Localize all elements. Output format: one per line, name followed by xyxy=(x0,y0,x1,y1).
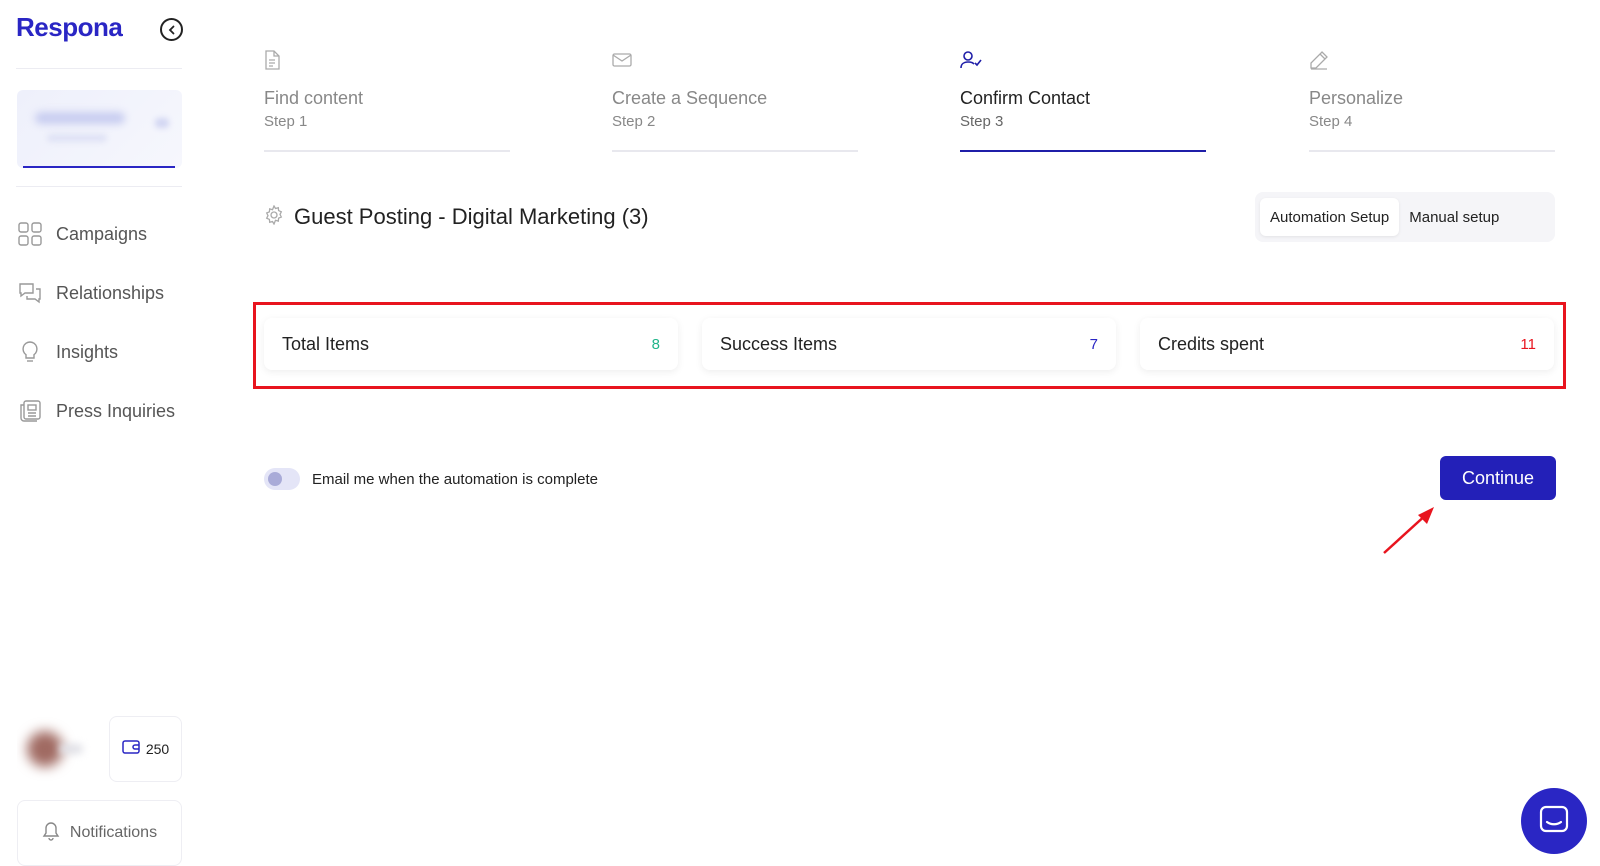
workspace-selector[interactable] xyxy=(17,90,182,168)
respona-logo[interactable]: Respona xyxy=(16,12,123,43)
newspaper-icon xyxy=(18,399,42,423)
tab-manual-setup[interactable]: Manual setup xyxy=(1399,198,1509,236)
sidebar-item-label: Press Inquiries xyxy=(56,400,176,421)
stat-success-items: Success Items 7 xyxy=(702,318,1116,370)
user-avatar[interactable] xyxy=(17,716,92,782)
step-title: Personalize xyxy=(1309,88,1404,108)
email-notification-row: Email me when the automation is complete xyxy=(264,468,598,490)
step-personalize[interactable]: Personalize Step 4 xyxy=(1309,48,1555,152)
tab-automation-setup[interactable]: Automation Setup xyxy=(1260,198,1400,236)
step-title: Find content xyxy=(264,88,364,108)
wallet-icon xyxy=(122,739,140,760)
notifications-label: Notifications xyxy=(69,824,158,841)
red-arrow-annotation xyxy=(1383,507,1434,554)
sidebar: Respona Campaigns Relationships Insights… xyxy=(0,0,200,866)
step-title: Confirm Contact xyxy=(960,88,1091,108)
sidebar-divider xyxy=(16,68,182,69)
chat-icon xyxy=(1539,805,1569,838)
sidebar-item-campaigns[interactable]: Campaigns xyxy=(18,222,175,246)
sidebar-item-relationships[interactable]: Relationships xyxy=(18,281,175,305)
sidebar-divider xyxy=(16,186,182,187)
sidebar-item-label: Insights xyxy=(56,341,119,362)
stat-label: Credits spent xyxy=(1158,333,1265,354)
sidebar-item-label: Campaigns xyxy=(56,223,148,244)
step-title: Create a Sequence xyxy=(612,88,768,108)
step-progress-line xyxy=(960,150,1206,152)
credits-value: 250 xyxy=(145,741,170,757)
stat-total-items: Total Items 8 xyxy=(264,318,678,370)
email-toggle-switch[interactable] xyxy=(264,468,300,490)
sidebar-item-label: Relationships xyxy=(56,282,165,303)
sidebar-item-insights[interactable]: Insights xyxy=(18,340,175,364)
mail-icon xyxy=(612,48,858,72)
chat-support-button[interactable] xyxy=(1521,788,1587,854)
campaign-header: Guest Posting - Digital Marketing (3) xyxy=(264,204,649,230)
sidebar-item-press-inquiries[interactable]: Press Inquiries xyxy=(18,399,175,423)
chat-bubbles-icon xyxy=(18,281,42,305)
grid-icon xyxy=(18,222,42,246)
email-toggle-label: Email me when the automation is complete xyxy=(312,470,598,488)
user-check-icon xyxy=(960,48,1206,72)
stat-value: 7 xyxy=(1089,335,1098,353)
pencil-icon xyxy=(1309,48,1555,72)
gear-icon[interactable] xyxy=(264,204,284,230)
step-confirm-contact[interactable]: Confirm Contact Step 3 xyxy=(960,48,1206,152)
collapse-sidebar-icon[interactable] xyxy=(160,18,183,41)
continue-button[interactable]: Continue xyxy=(1440,456,1556,500)
setup-mode-toggle: Automation Setup Manual setup xyxy=(1255,192,1555,242)
stat-credits-spent: Credits spent 11 xyxy=(1140,318,1554,370)
step-create-sequence[interactable]: Create a Sequence Step 2 xyxy=(612,48,858,152)
credits-balance[interactable]: 250 xyxy=(109,716,182,782)
app-root: Respona Campaigns Relationships Insights… xyxy=(0,0,1600,866)
step-progress-line xyxy=(264,150,510,152)
campaign-title: Guest Posting - Digital Marketing (3) xyxy=(294,204,649,229)
notifications-button[interactable]: Notifications xyxy=(17,800,182,866)
stat-label: Total Items xyxy=(282,333,370,354)
step-progress-line xyxy=(612,150,858,152)
bell-icon xyxy=(42,821,60,846)
step-find-content[interactable]: Find content Step 1 xyxy=(264,48,510,152)
stat-label: Success Items xyxy=(720,333,838,354)
step-number: Step 1 xyxy=(264,113,308,130)
step-number: Step 2 xyxy=(612,113,656,130)
document-icon xyxy=(264,48,510,72)
step-number: Step 4 xyxy=(1309,113,1353,130)
step-progress-line xyxy=(1309,150,1555,152)
sidebar-nav: Campaigns Relationships Insights Press I… xyxy=(18,222,175,458)
step-number: Step 3 xyxy=(960,113,1004,130)
lightbulb-icon xyxy=(18,340,42,364)
stat-value: 8 xyxy=(651,335,660,353)
stat-value: 11 xyxy=(1520,335,1536,353)
